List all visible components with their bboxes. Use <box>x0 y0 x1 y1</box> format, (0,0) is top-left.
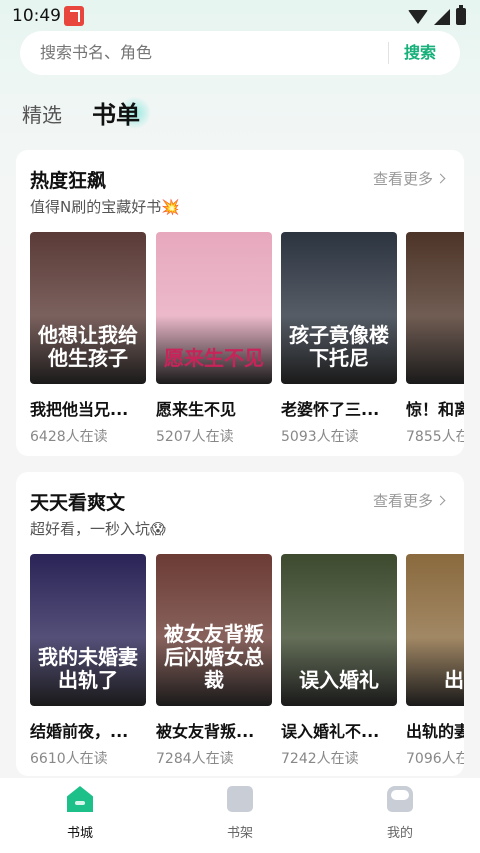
see-more-label: 查看更多 <box>372 492 433 510</box>
cover-title: 我的未婚妻出轨了 <box>38 645 138 692</box>
home-icon <box>67 786 93 812</box>
nav-bookstore[interactable]: 书城 <box>40 786 120 841</box>
cover-title: 被女友背叛后闪婚女总裁 <box>164 622 264 692</box>
cover-title: 愿来生不见 <box>164 346 264 370</box>
book-title: 愿来生不见 <box>156 400 237 419</box>
battery-icon <box>456 5 466 25</box>
book-list: 他想让我给他生孩子 我把他当兄... 6428人在读 愿来生不见 愿来生不见 5… <box>30 232 464 446</box>
nav-label: 我的 <box>386 826 413 841</box>
see-more-link[interactable]: 查看更多 <box>372 490 446 511</box>
book-item[interactable]: 惊！和离 7855人在读 <box>406 232 464 446</box>
book-readers: 5207人在读 <box>156 429 234 445</box>
book-readers: 7096人在读 <box>406 751 464 767</box>
book-readers: 7284人在读 <box>156 751 234 767</box>
book-item[interactable]: 孩子竟像楼下托尼 老婆怀了三... 5093人在读 <box>281 232 397 446</box>
search-input[interactable] <box>40 31 380 75</box>
book-cover: 我的未婚妻出轨了 <box>30 554 146 706</box>
book-item[interactable]: 误入婚礼 误入婚礼不... 7242人在读 <box>281 554 397 768</box>
chevron-right-icon <box>435 173 446 184</box>
book-cover: 被女友背叛后闪婚女总裁 <box>156 554 272 706</box>
book-item[interactable]: 他想让我给他生孩子 我把他当兄... 6428人在读 <box>30 232 146 446</box>
cover-title: 误入婚礼 <box>299 668 379 692</box>
profile-icon <box>387 786 413 812</box>
search-divider <box>388 42 389 64</box>
tab-recommend[interactable]: 精选 <box>22 100 62 130</box>
chevron-right-icon <box>435 495 446 506</box>
book-item[interactable]: 出轨 出轨的妻 7096人在读 <box>406 554 464 768</box>
book-title: 结婚前夜，... <box>30 722 129 741</box>
book-title: 惊！和离 <box>406 400 464 419</box>
signal-icon <box>434 8 450 25</box>
book-cover: 误入婚礼 <box>281 554 397 706</box>
book-item[interactable]: 我的未婚妻出轨了 结婚前夜，... 6610人在读 <box>30 554 146 768</box>
section-title: 热度狂飙 <box>30 170 107 192</box>
section-title: 天天看爽文 <box>30 492 126 514</box>
section-card-daily: 天天看爽文 超好看，一秒入坑😱 查看更多 我的未婚妻出轨了 结婚前夜，... 6… <box>16 472 464 776</box>
book-cover: 孩子竟像楼下托尼 <box>281 232 397 384</box>
nav-profile[interactable]: 我的 <box>360 786 440 841</box>
book-readers: 7242人在读 <box>281 751 359 767</box>
cover-title: 他想让我给他生孩子 <box>38 323 138 370</box>
book-readers: 6428人在读 <box>30 429 108 445</box>
nav-label: 书架 <box>226 826 253 841</box>
search-bar: 搜索 <box>20 31 460 75</box>
shelf-icon <box>227 786 253 812</box>
wifi-icon <box>408 9 428 24</box>
nav-label: 书城 <box>66 826 93 841</box>
see-more-link[interactable]: 查看更多 <box>372 168 446 189</box>
nav-bookshelf[interactable]: 书架 <box>200 786 280 841</box>
book-readers: 5093人在读 <box>281 429 359 445</box>
system-icons <box>408 5 466 25</box>
book-readers: 7855人在读 <box>406 429 464 445</box>
cover-title: 出轨 <box>444 668 464 692</box>
section-subtitle: 值得N刷的宝藏好书💥 <box>30 198 180 216</box>
cover-title: 孩子竟像楼下托尼 <box>289 323 389 370</box>
status-time: 10:49 <box>12 6 61 26</box>
tab-booklist[interactable]: 书单 <box>92 100 140 130</box>
section-subtitle: 超好看，一秒入坑😱 <box>30 520 166 538</box>
book-cover <box>406 232 464 384</box>
book-item[interactable]: 被女友背叛后闪婚女总裁 被女友背叛... 7284人在读 <box>156 554 272 768</box>
book-item[interactable]: 愿来生不见 愿来生不见 5207人在读 <box>156 232 272 446</box>
search-button[interactable]: 搜索 <box>404 31 436 75</box>
section-card-hot: 热度狂飙 值得N刷的宝藏好书💥 查看更多 他想让我给他生孩子 我把他当兄... … <box>16 150 464 456</box>
see-more-label: 查看更多 <box>372 170 433 188</box>
music-notification-icon <box>64 6 84 26</box>
book-title: 误入婚礼不... <box>281 722 380 741</box>
book-title: 老婆怀了三... <box>281 400 380 419</box>
book-cover: 出轨 <box>406 554 464 706</box>
book-title: 出轨的妻 <box>406 722 464 741</box>
book-cover: 他想让我给他生孩子 <box>30 232 146 384</box>
book-readers: 6610人在读 <box>30 751 108 767</box>
book-title: 我把他当兄... <box>30 400 129 419</box>
book-list: 我的未婚妻出轨了 结婚前夜，... 6610人在读 被女友背叛后闪婚女总裁 被女… <box>30 554 464 768</box>
book-cover: 愿来生不见 <box>156 232 272 384</box>
book-title: 被女友背叛... <box>156 722 255 741</box>
bottom-nav: 书城 书架 我的 <box>0 778 480 853</box>
status-bar: 10:49 <box>0 0 480 32</box>
